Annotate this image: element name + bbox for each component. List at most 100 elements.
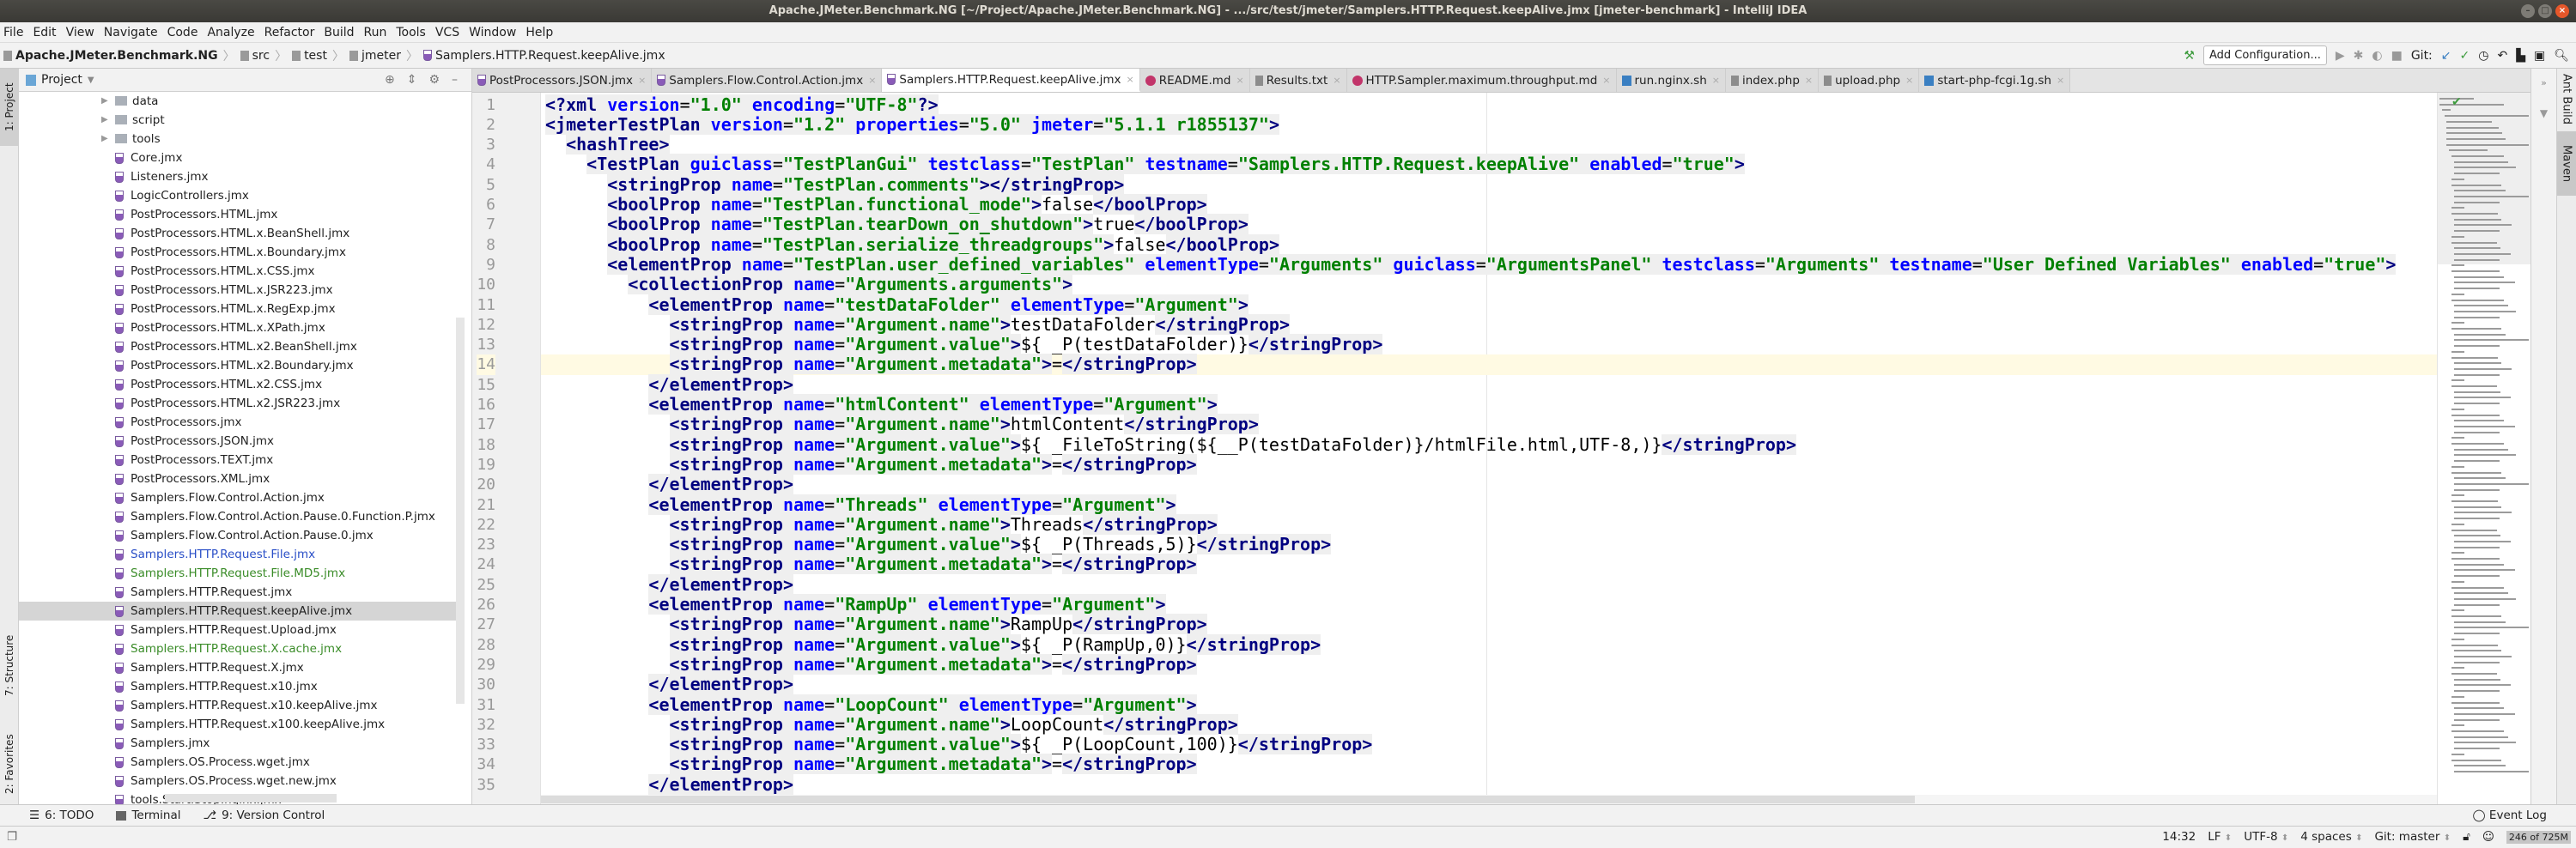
code-line[interactable]: <stringProp name="Argument.value">${__P(… bbox=[541, 734, 2437, 755]
debug-icon[interactable]: ✱ bbox=[2354, 49, 2364, 63]
maximize-button[interactable]: □ bbox=[2538, 4, 2552, 18]
tree-item[interactable]: PostProcessors.HTML.x.Boundary.jmx bbox=[19, 243, 457, 262]
tree-item[interactable]: PostProcessors.HTML.x.XPath.jmx bbox=[19, 318, 457, 337]
close-tab-icon[interactable]: × bbox=[638, 75, 646, 86]
search-icon[interactable]: 🔍︎ bbox=[2554, 49, 2569, 63]
git-commit-icon[interactable]: ✓ bbox=[2460, 49, 2470, 63]
close-tab-icon[interactable]: × bbox=[1602, 75, 1610, 86]
menu-help[interactable]: Help bbox=[526, 26, 553, 39]
code-line[interactable]: <stringProp name="Argument.metadata">=</… bbox=[541, 754, 2437, 775]
locate-icon[interactable]: ⊕ bbox=[385, 73, 395, 87]
tree-item[interactable]: PostProcessors.HTML.jmx bbox=[19, 205, 457, 224]
code-line[interactable]: <elementProp name="htmlContent" elementT… bbox=[541, 394, 2437, 415]
line-number[interactable]: 26 bbox=[477, 595, 495, 615]
code-line[interactable]: <elementProp name="RampUp" elementType="… bbox=[541, 594, 2437, 615]
scrollbar-thumb[interactable] bbox=[541, 796, 1915, 803]
tree-item[interactable]: PostProcessors.jmx bbox=[19, 413, 457, 432]
toolbox-icon[interactable]: ▣ bbox=[2534, 49, 2545, 63]
close-button[interactable]: × bbox=[2555, 4, 2569, 18]
line-separator[interactable]: LF ⬍ bbox=[2208, 830, 2232, 844]
version-control-tool-button[interactable]: ⎇ 9: Version Control bbox=[204, 809, 325, 822]
file-encoding[interactable]: UTF-8 ⬍ bbox=[2244, 830, 2288, 844]
line-number[interactable]: 21 bbox=[477, 495, 495, 515]
tree-item[interactable]: LogicControllers.jmx bbox=[19, 186, 457, 205]
line-number[interactable]: 7 bbox=[486, 215, 495, 234]
code-line[interactable]: <boolProp name="TestPlan.functional_mode… bbox=[541, 194, 2437, 215]
code-line[interactable]: <?xml version="1.0" encoding="UTF-8"?> bbox=[541, 94, 2437, 115]
expand-arrow-icon[interactable]: ▶ bbox=[101, 111, 108, 130]
tree-item[interactable]: Samplers.OS.Process.wget.new.jmx bbox=[19, 772, 457, 790]
history-icon[interactable]: ◷ bbox=[2478, 49, 2488, 63]
line-number[interactable]: 14 bbox=[477, 354, 495, 375]
memory-indicator[interactable]: 246 of 725M bbox=[2506, 830, 2571, 844]
code-line[interactable]: <stringProp name="Argument.metadata">=</… bbox=[541, 354, 2437, 375]
editor-tab[interactable]: index.php × bbox=[1725, 69, 1820, 92]
tree-item[interactable]: ▶ tools bbox=[19, 130, 457, 148]
line-number[interactable]: 15 bbox=[477, 375, 495, 395]
todo-tool-button[interactable]: ☰ 6: TODO bbox=[29, 809, 94, 822]
line-number[interactable]: 20 bbox=[477, 475, 495, 494]
expand-arrow-icon[interactable]: ▶ bbox=[101, 130, 108, 148]
tree-item[interactable]: Samplers.HTTP.Request.X.cache.jmx bbox=[19, 639, 457, 658]
code-line[interactable]: <stringProp name="Argument.value">${__P(… bbox=[541, 633, 2437, 655]
line-number[interactable]: 22 bbox=[477, 515, 495, 535]
git-update-icon[interactable]: ↙ bbox=[2441, 49, 2451, 63]
terminal-tool-button[interactable]: Terminal bbox=[116, 809, 181, 822]
tree-item[interactable]: Samplers.OS.Process.wget.jmx bbox=[19, 753, 457, 772]
editor-tab[interactable]: upload.php × bbox=[1819, 69, 1920, 92]
build-hammer-icon[interactable]: ⚒ bbox=[2184, 49, 2195, 63]
line-number[interactable]: 17 bbox=[477, 415, 495, 434]
tree-item[interactable]: Samplers.Flow.Control.Action.jmx bbox=[19, 488, 457, 507]
tree-item[interactable]: Samplers.jmx bbox=[19, 734, 457, 753]
ant-build-tool-button[interactable]: Ant Build bbox=[2557, 69, 2576, 129]
code-line[interactable]: </elementProp> bbox=[541, 573, 2437, 595]
code-minimap[interactable] bbox=[2437, 93, 2530, 804]
menu-view[interactable]: View bbox=[66, 26, 94, 39]
tree-item[interactable]: Samplers.HTTP.Request.x10.jmx bbox=[19, 677, 457, 696]
breadcrumb-item[interactable]: Apache.JMeter.Benchmark.NG 〉 bbox=[3, 47, 235, 64]
editor-tab[interactable]: Samplers.HTTP.Request.keepAlive.jmx × bbox=[882, 69, 1140, 92]
menu-refactor[interactable]: Refactor bbox=[264, 26, 315, 39]
menu-vcs[interactable]: VCS bbox=[435, 26, 459, 39]
line-number[interactable]: 5 bbox=[486, 175, 495, 195]
close-tab-icon[interactable]: × bbox=[868, 75, 876, 86]
add-configuration-button[interactable]: Add Configuration... bbox=[2202, 45, 2327, 65]
indent-setting[interactable]: 4 spaces ⬍ bbox=[2300, 830, 2362, 844]
line-number[interactable]: 27 bbox=[477, 615, 495, 634]
tree-item[interactable]: PostProcessors.TEXT.jmx bbox=[19, 451, 457, 469]
lock-icon[interactable]: 🔓︎ bbox=[2463, 830, 2470, 844]
line-number[interactable]: 16 bbox=[477, 395, 495, 415]
editor-tab[interactable]: Samplers.Flow.Control.Action.jmx × bbox=[652, 69, 883, 92]
line-number[interactable]: 28 bbox=[477, 635, 495, 655]
editor-tab[interactable]: PostProcessors.JSON.jmx × bbox=[472, 69, 653, 92]
menu-window[interactable]: Window bbox=[469, 26, 516, 39]
code-line[interactable]: <TestPlan guiclass="TestPlanGui" testcla… bbox=[541, 154, 2437, 175]
code-line[interactable]: <collectionProp name="Arguments.argument… bbox=[541, 274, 2437, 295]
code-line[interactable]: <boolProp name="TestPlan.tearDown_on_shu… bbox=[541, 214, 2437, 235]
editor-horizontal-scrollbar[interactable] bbox=[541, 795, 2437, 804]
line-number[interactable]: 31 bbox=[477, 695, 495, 715]
line-number[interactable]: 12 bbox=[477, 315, 495, 335]
rollback-icon[interactable]: ↶ bbox=[2497, 49, 2507, 63]
project-structure-icon[interactable]: ▙ bbox=[2516, 49, 2525, 63]
tree-item[interactable]: Samplers.HTTP.Request.x10.keepAlive.jmx bbox=[19, 696, 457, 715]
code-line[interactable]: <stringProp name="Argument.value">${__Fi… bbox=[541, 433, 2437, 455]
menu-analyze[interactable]: Analyze bbox=[207, 26, 254, 39]
breadcrumb-item[interactable]: src 〉 bbox=[240, 47, 287, 64]
tree-item[interactable]: ▶ data bbox=[19, 92, 457, 111]
code-line[interactable]: <elementProp name="testDataFolder" eleme… bbox=[541, 294, 2437, 315]
line-number[interactable]: 33 bbox=[477, 735, 495, 754]
line-number[interactable]: 8 bbox=[486, 235, 495, 255]
tree-item[interactable]: PostProcessors.HTML.x.BeanShell.jmx bbox=[19, 224, 457, 243]
code-line[interactable]: </elementProp> bbox=[541, 674, 2437, 695]
line-number[interactable]: 4 bbox=[486, 154, 495, 174]
tree-item[interactable]: PostProcessors.HTML.x2.JSR223.jmx bbox=[19, 394, 457, 413]
code-line[interactable]: <elementProp name="Threads" elementType=… bbox=[541, 494, 2437, 515]
code-line[interactable]: <elementProp name="LoopCount" elementTyp… bbox=[541, 694, 2437, 715]
line-number[interactable]: 3 bbox=[486, 135, 495, 154]
tree-item[interactable]: PostProcessors.HTML.x.RegExp.jmx bbox=[19, 300, 457, 318]
code-line[interactable]: </elementProp> bbox=[541, 474, 2437, 495]
editor-tab[interactable]: run.nginx.sh × bbox=[1616, 69, 1726, 92]
close-tab-icon[interactable]: × bbox=[2057, 75, 2064, 86]
tree-vertical-scrollbar[interactable] bbox=[456, 318, 465, 704]
